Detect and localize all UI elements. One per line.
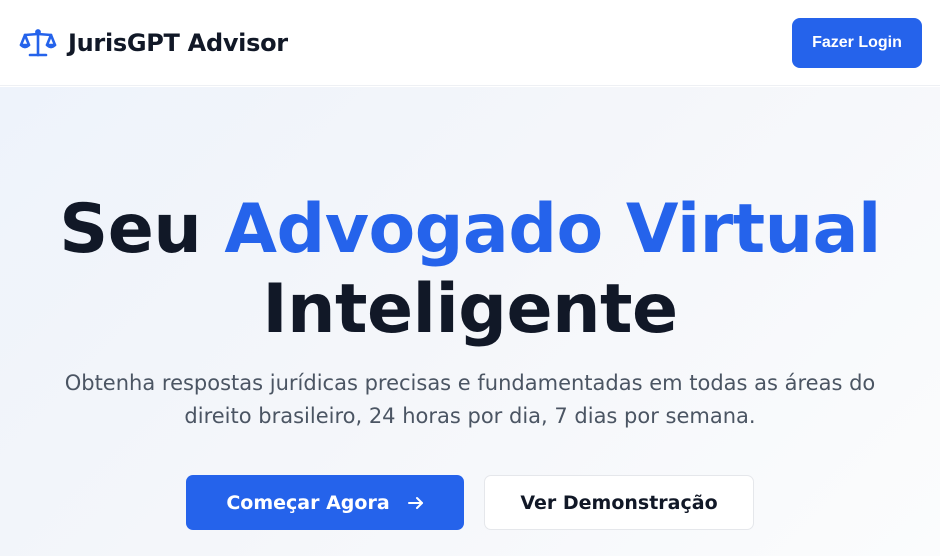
top-header: JurisGPT Advisor Fazer Login — [0, 0, 940, 86]
view-demo-button[interactable]: Ver Demonstração — [484, 475, 754, 530]
hero-title-part1: Seu — [59, 190, 225, 269]
hero-title-accent: Advogado Virtual — [224, 190, 881, 269]
login-button[interactable]: Fazer Login — [792, 17, 922, 68]
hero-subtitle: Obtenha respostas jurídicas precisas e f… — [0, 367, 940, 433]
scale-icon — [19, 24, 57, 62]
start-now-button[interactable]: Começar Agora — [186, 475, 464, 530]
brand-name: JurisGPT Advisor — [68, 28, 288, 57]
brand[interactable]: JurisGPT Advisor — [19, 24, 288, 62]
hero-title-part2: Inteligente — [262, 270, 678, 349]
hero-section: Seu Advogado Virtual Inteligente Obtenha… — [0, 87, 940, 556]
hero-subtitle-line1: Obtenha respostas jurídicas precisas e f… — [64, 371, 876, 395]
cta-row: Começar Agora Ver Demonstração — [0, 475, 940, 530]
arrow-right-icon — [407, 496, 424, 510]
hero-subtitle-line2: direito brasileiro, 24 horas por dia, 7 … — [184, 404, 756, 428]
hero-title: Seu Advogado Virtual Inteligente — [0, 190, 940, 350]
start-now-label: Começar Agora — [226, 491, 390, 514]
